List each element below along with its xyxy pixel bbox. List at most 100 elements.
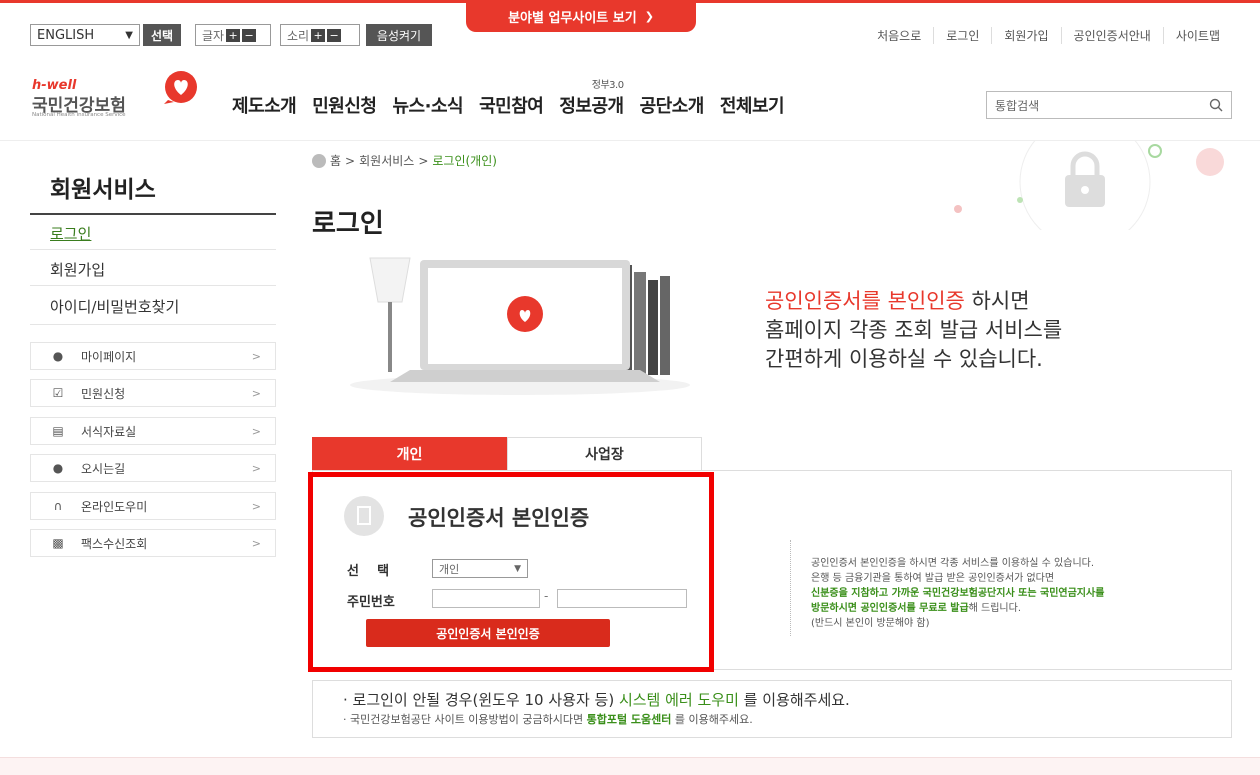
laptop-illustration-icon — [350, 257, 690, 395]
top-link-cert-guide[interactable]: 공인인증서안내 — [1060, 27, 1163, 44]
document-icon: ▤ — [52, 424, 64, 438]
chevron-right-icon: > — [251, 386, 261, 400]
search-input[interactable]: 통합검색 — [986, 91, 1232, 119]
sound-control: 소리 + − — [280, 24, 360, 46]
chevron-down-icon: ▼ — [125, 29, 133, 41]
text-size-label: 글자 — [202, 28, 225, 43]
chevron-right-icon: > — [251, 424, 261, 438]
lnb-link-login[interactable]: 로그인 — [50, 223, 91, 244]
page-title: 로그인 — [312, 209, 384, 239]
headline-line2: 홈페이지 각종 조회 발급 서비스를 — [765, 318, 1063, 342]
map-pin-icon: ● — [52, 461, 64, 475]
chevron-right-icon: > — [251, 499, 261, 513]
nav-item-info-label: 정보공개 — [559, 96, 624, 117]
breadcrumb-sep: > — [418, 153, 429, 168]
lnb-title: 회원서비스 — [50, 177, 156, 203]
sound-plus-icon[interactable]: + — [311, 28, 326, 42]
notice-text: · 국민건강보험공단 사이트 이용방법이 궁금하시다면 — [343, 713, 584, 726]
lnb-service-fax[interactable]: ▩ 팩스수신조회 > — [30, 529, 276, 557]
top-links: 처음으로 로그인 회원가입 공인인증서안내 사이트맵 — [865, 27, 1232, 44]
top-link-login[interactable]: 로그인 — [933, 27, 991, 44]
fax-icon: ▩ — [52, 536, 64, 550]
language-value: ENGLISH — [37, 27, 95, 43]
nav-item-system[interactable]: 제도소개 — [232, 92, 297, 118]
auth-info: 공인인증서 본인인증을 하시면 각종 서비스를 이용하실 수 있습니다. 은행 … — [811, 556, 1104, 631]
search-placeholder: 통합검색 — [995, 98, 1040, 113]
lock-decoration-icon — [954, 140, 1224, 230]
top-link-join[interactable]: 회원가입 — [991, 27, 1060, 44]
headline-highlight: 공인인증서를 본인인증 — [765, 289, 965, 313]
nav-item-about[interactable]: 공단소개 — [640, 92, 705, 118]
chevron-right-icon: > — [251, 536, 261, 550]
help-notice: · 로그인이 안될 경우(윈도우 10 사용자 등) 시스템 에러 도우미 를 … — [312, 680, 1232, 738]
sound-minus-icon[interactable]: − — [327, 28, 342, 42]
nav-item-participation[interactable]: 국민참여 — [479, 92, 544, 118]
search-icon[interactable] — [1209, 98, 1223, 112]
chevron-right-icon: > — [251, 349, 261, 363]
nav-item-news[interactable]: 뉴스·소식 — [393, 92, 464, 118]
lnb-service-forms[interactable]: ▤ 서식자료실 > — [30, 417, 276, 445]
system-error-helper-link[interactable]: 시스템 에러 도우미 — [619, 691, 739, 709]
info-line: 은행 등 금융기관을 통하여 발급 받은 공인인증서가 없다면 — [811, 573, 1055, 584]
footer-band — [0, 757, 1260, 775]
top-link-home[interactable]: 처음으로 — [865, 27, 933, 44]
service-label: 민원신청 — [81, 386, 126, 401]
lnb-link-find-id[interactable]: 아이디/비밀번호찾기 — [50, 296, 179, 317]
home-icon[interactable] — [312, 153, 326, 168]
lnb-service-directions[interactable]: ● 오시는길 > — [30, 454, 276, 482]
service-label: 오시는길 — [81, 461, 126, 476]
heart-logo-icon — [164, 71, 197, 104]
lnb-link-join[interactable]: 회원가입 — [50, 259, 105, 280]
tab-business[interactable]: 사업장 — [507, 437, 702, 471]
notice-text: 를 이용해주세요. — [743, 691, 850, 709]
language-select[interactable]: ENGLISH ▼ — [30, 24, 140, 46]
service-label: 서식자료실 — [81, 424, 137, 439]
person-icon: ● — [52, 349, 64, 363]
lnb-service-mypage[interactable]: ● 마이페이지 > — [30, 342, 276, 370]
tab-personal[interactable]: 개인 — [312, 437, 507, 471]
lnb-service-helper[interactable]: ∩ 온라인도우미 > — [30, 492, 276, 520]
notice-text: 를 이용해주세요. — [674, 713, 753, 726]
lnb-service-civil[interactable]: ☑ 민원신청 > — [30, 379, 276, 407]
nav-item-civil[interactable]: 민원신청 — [312, 92, 377, 118]
notice-text: · 로그인이 안될 경우(윈도우 10 사용자 등) — [343, 691, 615, 709]
lnb-separator — [30, 249, 276, 250]
breadcrumb-current: 로그인(개인) — [432, 154, 497, 168]
lnb-separator — [30, 324, 276, 325]
gov-badge: 정부3.0 — [591, 80, 624, 91]
service-label: 마이페이지 — [81, 349, 137, 364]
nav-item-info[interactable]: 정부3.0 정보공개 — [559, 80, 624, 118]
sound-label: 소리 — [287, 28, 310, 43]
service-label: 팩스수신조회 — [81, 536, 148, 551]
info-line: (반드시 본인이 방문해야 함) — [811, 618, 930, 629]
highlight-frame — [308, 472, 714, 672]
headset-icon: ∩ — [53, 499, 63, 513]
info-line-highlight: 신분증을 지참하고 가까운 국민건강보험공단지사 또는 국민연금지사를 — [811, 588, 1105, 599]
breadcrumb-sep: > — [345, 153, 356, 168]
service-label: 온라인도우미 — [81, 499, 148, 514]
breadcrumb-home[interactable]: 홈 — [330, 152, 341, 169]
language-select-button[interactable]: 선택 — [143, 24, 181, 46]
breadcrumb-level1[interactable]: 회원서비스 — [359, 152, 414, 169]
nhis-logo[interactable]: h-well 국민건강보험 National Health Insurance … — [32, 70, 202, 130]
voice-on-button[interactable]: 음성켜기 — [366, 24, 432, 46]
login-type-tabs: 개인 사업장 — [312, 437, 702, 471]
chevron-right-icon: > — [251, 461, 261, 475]
top-link-sitemap[interactable]: 사이트맵 — [1162, 27, 1232, 44]
text-minus-icon[interactable]: − — [242, 28, 257, 42]
site-dropdown-label: 분야별 업무사이트 보기 — [508, 10, 637, 26]
text-plus-icon[interactable]: + — [226, 28, 241, 42]
info-line: 해 드립니다. — [968, 603, 1022, 614]
logo-subtitle: National Health Insurance Service — [32, 112, 126, 118]
info-line: 공인인증서 본인인증을 하시면 각종 서비스를 이용하실 수 있습니다. — [811, 558, 1095, 569]
nav-item-all[interactable]: 전체보기 — [720, 92, 785, 118]
site-dropdown-tab[interactable]: 분야별 업무사이트 보기 ❯ — [466, 0, 696, 32]
help-center-link[interactable]: 통합포털 도움센터 — [587, 713, 672, 726]
headline-text: 하시면 — [964, 289, 1030, 313]
checkbox-icon: ☑ — [52, 386, 64, 400]
lnb-title-underline — [30, 213, 276, 215]
chevron-down-icon: ❯ — [644, 9, 654, 23]
main-nav: 제도소개 민원신청 뉴스·소식 국민참여 정부3.0 정보공개 공단소개 전체보기 — [232, 80, 800, 118]
info-divider — [790, 540, 791, 636]
text-size-control: 글자 + − — [195, 24, 271, 46]
